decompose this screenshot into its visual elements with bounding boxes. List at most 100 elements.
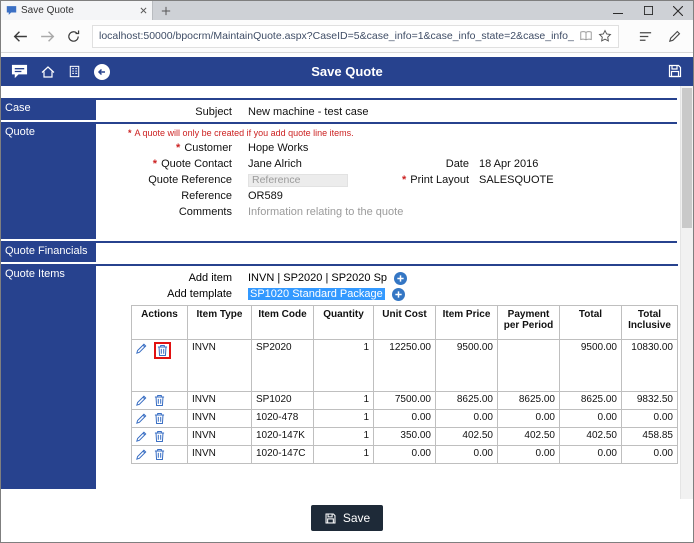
edit-item-icon[interactable] xyxy=(135,448,148,461)
cell-quantity: 1 xyxy=(314,428,374,446)
back-icon[interactable] xyxy=(7,28,34,45)
ledger-icon[interactable] xyxy=(67,64,82,79)
quote-items-section: Quote Items Add item INVN | SP2020 | SP2… xyxy=(1,264,677,491)
new-tab-button[interactable] xyxy=(153,1,179,20)
header-item-code: Item Code xyxy=(252,306,314,340)
scrollbar-thumb[interactable] xyxy=(682,88,692,228)
table-row: INVN 1020-478 1 0.00 0.00 0.00 0.00 0.00 xyxy=(132,410,678,428)
quote-section-header[interactable]: Quote xyxy=(1,122,96,241)
edit-item-icon[interactable] xyxy=(135,342,148,355)
save-button[interactable]: Save xyxy=(311,505,383,531)
add-item-plus-icon[interactable] xyxy=(394,272,407,285)
quote-financials-section-header[interactable]: Quote Financials xyxy=(1,241,96,264)
cell-unit-cost: 0.00 xyxy=(374,446,436,464)
app-header: Save Quote xyxy=(1,57,693,86)
favorites-star-icon[interactable] xyxy=(598,29,612,43)
cell-item-code: SP2020 xyxy=(252,340,314,392)
cell-total-inclusive: 9832.50 xyxy=(622,392,678,410)
cell-quantity: 1 xyxy=(314,446,374,464)
table-row: INVN 1020-147K 1 350.00 402.50 402.50 40… xyxy=(132,428,678,446)
window-drag-area xyxy=(179,1,603,20)
page-footer: Save xyxy=(1,491,693,531)
cell-item-price: 402.50 xyxy=(436,428,498,446)
back-circle-icon[interactable] xyxy=(93,63,111,81)
browser-window: Save Quote localhost:50000/ xyxy=(0,0,694,543)
save-button-label: Save xyxy=(343,511,370,525)
reference-value: OR589 xyxy=(240,190,389,202)
comments-label: Comments xyxy=(128,206,240,218)
cell-item-price: 0.00 xyxy=(436,410,498,428)
header-item-type: Item Type xyxy=(188,306,252,340)
quote-section: Quote * A quote will only be created if … xyxy=(1,122,677,241)
cell-total-inclusive: 0.00 xyxy=(622,446,678,464)
delete-item-icon[interactable] xyxy=(154,412,165,425)
date-label: Date xyxy=(389,158,469,170)
cell-total: 0.00 xyxy=(560,446,622,464)
edit-item-icon[interactable] xyxy=(135,412,148,425)
customer-label: * Customer xyxy=(128,142,240,154)
delete-item-icon[interactable] xyxy=(154,430,165,443)
cell-item-price: 8625.00 xyxy=(436,392,498,410)
cell-item-price: 9500.00 xyxy=(436,340,498,392)
cell-unit-cost: 350.00 xyxy=(374,428,436,446)
cell-total-inclusive: 0.00 xyxy=(622,410,678,428)
hub-icon[interactable] xyxy=(631,29,660,44)
reading-view-icon[interactable] xyxy=(579,29,593,43)
cell-item-code: 1020-147K xyxy=(252,428,314,446)
home-icon[interactable] xyxy=(40,64,56,80)
cell-unit-cost: 12250.00 xyxy=(374,340,436,392)
table-row: INVN SP1020 1 7500.00 8625.00 8625.00 86… xyxy=(132,392,678,410)
tab-bar: Save Quote xyxy=(1,1,693,20)
cell-total-inclusive: 10830.00 xyxy=(622,340,678,392)
delete-item-icon[interactable] xyxy=(157,344,168,357)
minimize-button[interactable] xyxy=(603,1,633,20)
cell-total: 402.50 xyxy=(560,428,622,446)
table-row: INVN 1020-147C 1 0.00 0.00 0.00 0.00 0.0… xyxy=(132,446,678,464)
add-item-label: Add item xyxy=(128,272,240,284)
cell-item-code: SP1020 xyxy=(252,392,314,410)
edit-item-icon[interactable] xyxy=(135,394,148,407)
cell-total: 0.00 xyxy=(560,410,622,428)
save-icon[interactable] xyxy=(667,63,683,79)
comments-input[interactable] xyxy=(248,206,448,218)
customer-value: Hope Works xyxy=(240,142,389,154)
add-template-value[interactable]: SP1020 Standard Package xyxy=(248,288,385,300)
refresh-icon[interactable] xyxy=(61,29,86,44)
header-unit-cost: Unit Cost xyxy=(374,306,436,340)
header-actions: Actions xyxy=(132,306,188,340)
add-item-value[interactable]: INVN | SP2020 | SP2020 Sp xyxy=(248,272,387,284)
forward-icon[interactable] xyxy=(34,28,61,45)
case-section: Case Subject New machine - test case xyxy=(1,98,677,122)
tab-title: Save Quote xyxy=(21,5,136,16)
delete-item-icon[interactable] xyxy=(154,448,165,461)
add-template-plus-icon[interactable] xyxy=(392,288,405,301)
edit-item-icon[interactable] xyxy=(135,430,148,443)
cell-quantity: 1 xyxy=(314,410,374,428)
chat-icon[interactable] xyxy=(10,63,29,80)
tab-close-icon[interactable] xyxy=(140,7,147,14)
quote-reference-label: Quote Reference xyxy=(128,174,240,186)
address-bar[interactable]: localhost:50000/bpocrm/MaintainQuote.asp… xyxy=(92,25,619,48)
url-text[interactable]: localhost:50000/bpocrm/MaintainQuote.asp… xyxy=(99,30,574,42)
web-note-pen-icon[interactable] xyxy=(660,29,689,44)
quote-note: * A quote will only be created if you ad… xyxy=(128,128,677,138)
cell-payment-per-period: 8625.00 xyxy=(498,392,560,410)
table-header-row: Actions Item Type Item Code Quantity Uni… xyxy=(132,306,678,340)
tab-save-quote[interactable]: Save Quote xyxy=(1,1,153,20)
case-section-header[interactable]: Case xyxy=(1,98,96,122)
cell-total: 9500.00 xyxy=(560,340,622,392)
close-button[interactable] xyxy=(663,1,693,20)
maximize-button[interactable] xyxy=(633,1,663,20)
tab-favicon-chat-icon xyxy=(6,5,17,16)
page-scrollbar[interactable] xyxy=(680,86,693,499)
delete-item-icon[interactable] xyxy=(154,394,165,407)
subject-value: New machine - test case xyxy=(240,106,389,118)
share-icon[interactable] xyxy=(689,29,694,44)
quote-reference-input[interactable] xyxy=(248,174,348,187)
date-value: 18 Apr 2016 xyxy=(469,158,677,170)
quote-contact-label: * Quote Contact xyxy=(128,158,240,170)
page-title: Save Quote xyxy=(311,64,383,79)
cell-item-type: INVN xyxy=(188,340,252,392)
add-template-label: Add template xyxy=(128,288,240,300)
quote-items-section-header[interactable]: Quote Items xyxy=(1,264,96,491)
